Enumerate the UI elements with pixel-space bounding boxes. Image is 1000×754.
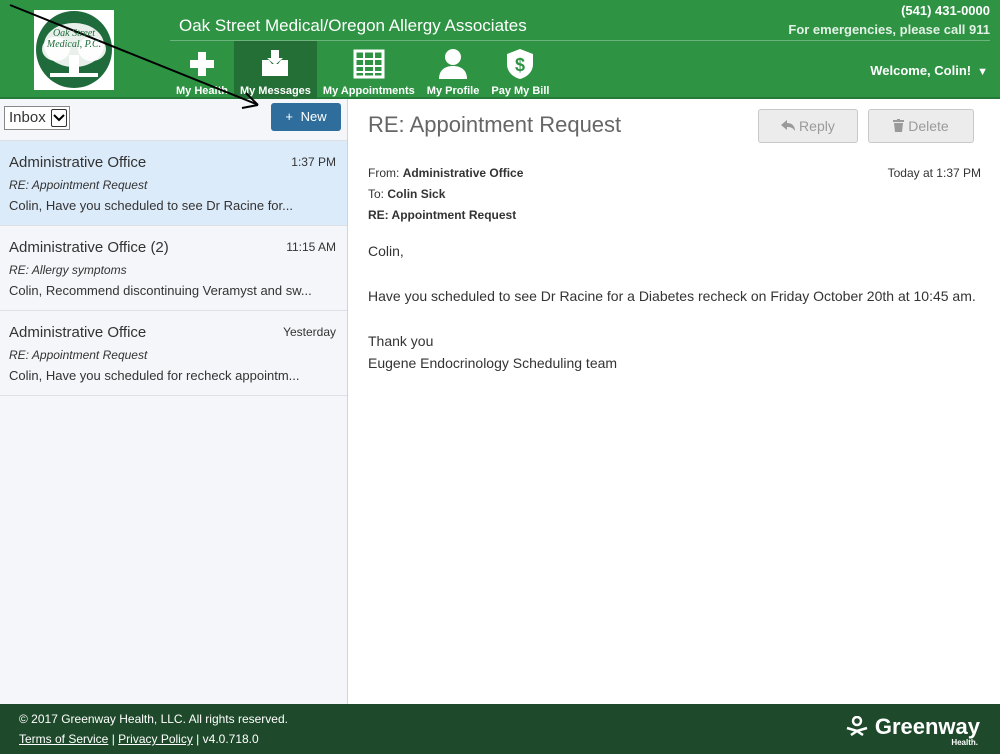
person-icon [436, 47, 470, 81]
nav-pay-my-bill[interactable]: $ Pay My Bill [485, 41, 555, 99]
greenway-brand-sub: Health. [951, 738, 978, 747]
message-date: Today at 1:37 PM [887, 166, 981, 180]
greenway-person-icon [845, 714, 875, 739]
app-footer: © 2017 Greenway Health, LLC. All rights … [0, 704, 1000, 754]
dollar-shield-icon: $ [503, 47, 537, 81]
phone-number: (541) 431-0000 [901, 3, 990, 18]
privacy-link[interactable]: Privacy Policy [118, 732, 193, 746]
reply-arrow-icon [781, 118, 799, 134]
message-preview: Colin, Recommend discontinuing Veramyst … [9, 283, 312, 298]
footer-links: Terms of Service | Privacy Policy | v4.0… [19, 732, 259, 746]
plus-icon [185, 47, 219, 81]
from-value: Administrative Office [402, 166, 524, 180]
logo-text-line1: Oak Street [52, 28, 96, 39]
message-body-closing: Thank you [368, 333, 434, 349]
new-message-button[interactable]: + New [271, 103, 341, 131]
caret-down-icon: ▼ [977, 66, 988, 78]
delete-button[interactable]: Delete [868, 109, 974, 143]
from-label: From: [368, 166, 400, 180]
message-time: 1:37 PM [291, 155, 336, 169]
new-button-label: New [300, 109, 327, 124]
message-preview: Colin, Have you scheduled for recheck ap… [9, 368, 300, 383]
message-subject: RE: Allergy symptoms [9, 263, 127, 277]
from-line: From: Administrative Office [368, 166, 523, 180]
message-subject: RE: Appointment Request [9, 178, 148, 192]
message-sender: Administrative Office [9, 324, 147, 341]
welcome-text: Welcome, Colin! [870, 63, 972, 78]
greenway-brand: Greenway [874, 714, 980, 739]
user-menu[interactable]: Welcome, Colin! ▼ [870, 63, 988, 78]
message-title: RE: Appointment Request [368, 112, 622, 137]
main-nav: My Health My Messages My Appointments My… [170, 41, 555, 99]
nav-label: My Appointments [322, 85, 415, 97]
nav-label: Pay My Bill [491, 85, 550, 97]
message-list-panel: Inbox + New Administrative Office 1:37 P… [0, 99, 348, 704]
version-text: v4.0.718.0 [202, 732, 259, 746]
subject-value: RE: Appointment Request [368, 208, 517, 222]
message-list-item[interactable]: Administrative Office Yesterday RE: Appo… [0, 311, 347, 396]
delete-label: Delete [908, 118, 949, 134]
inbox-icon [258, 47, 292, 81]
greenway-logo: Greenway [845, 714, 980, 740]
message-list-item[interactable]: Administrative Office 1:37 PM RE: Appoin… [0, 141, 347, 226]
message-list-item[interactable]: Administrative Office (2) 11:15 AM RE: A… [0, 226, 347, 311]
reply-label: Reply [799, 118, 835, 134]
message-list-toolbar: Inbox + New [0, 99, 347, 141]
nav-label: My Messages [239, 85, 311, 97]
subject-line: RE: Appointment Request [368, 208, 516, 222]
nav-my-health[interactable]: My Health [170, 41, 234, 99]
tree-logo-icon: Oak Street Medical, P.C. [36, 11, 112, 88]
svg-text:$: $ [515, 55, 525, 75]
message-detail-panel: RE: Appointment Request Reply Delete Fro… [348, 99, 1000, 704]
trash-icon [893, 118, 908, 134]
folder-select[interactable]: Inbox [4, 106, 70, 130]
reply-button[interactable]: Reply [758, 109, 858, 143]
practice-logo[interactable]: Oak Street Medical, P.C. [34, 10, 114, 90]
message-sender: Administrative Office [9, 154, 147, 171]
message-subject: RE: Appointment Request [9, 348, 148, 362]
practice-name: Oak Street Medical/Oregon Allergy Associ… [179, 16, 527, 35]
terms-link[interactable]: Terms of Service [19, 732, 108, 746]
nav-label: My Profile [426, 85, 480, 97]
message-body-signature: Eugene Endocrinology Scheduling team [368, 355, 618, 371]
to-label: To: [368, 187, 385, 201]
emergency-notice: For emergencies, please call 911 [788, 22, 990, 37]
message-list: Administrative Office 1:37 PM RE: Appoin… [0, 141, 347, 396]
calendar-grid-icon [352, 47, 386, 81]
message-preview: Colin, Have you scheduled to see Dr Raci… [9, 198, 293, 213]
nav-my-appointments[interactable]: My Appointments [317, 41, 421, 99]
nav-my-messages[interactable]: My Messages [233, 41, 317, 99]
app-header: Oak Street Medical, P.C. Oak Street Medi… [0, 0, 1000, 99]
message-time: Yesterday [283, 325, 336, 339]
to-line: To: Colin Sick [368, 187, 445, 201]
nav-my-profile[interactable]: My Profile [421, 41, 486, 99]
message-body-greeting: Colin, [368, 243, 404, 259]
message-body-text: Have you scheduled to see Dr Racine for … [368, 288, 976, 304]
chevron-down-icon [51, 109, 67, 127]
to-value: Colin Sick [387, 187, 446, 201]
plus-icon: + [285, 109, 293, 124]
logo-text-line2: Medical, P.C. [46, 39, 102, 50]
message-sender: Administrative Office (2) [9, 239, 169, 256]
nav-label: My Health [176, 85, 228, 97]
folder-selected-value: Inbox [9, 109, 46, 126]
copyright-text: © 2017 Greenway Health, LLC. All rights … [19, 712, 288, 726]
message-time: 11:15 AM [286, 240, 336, 254]
